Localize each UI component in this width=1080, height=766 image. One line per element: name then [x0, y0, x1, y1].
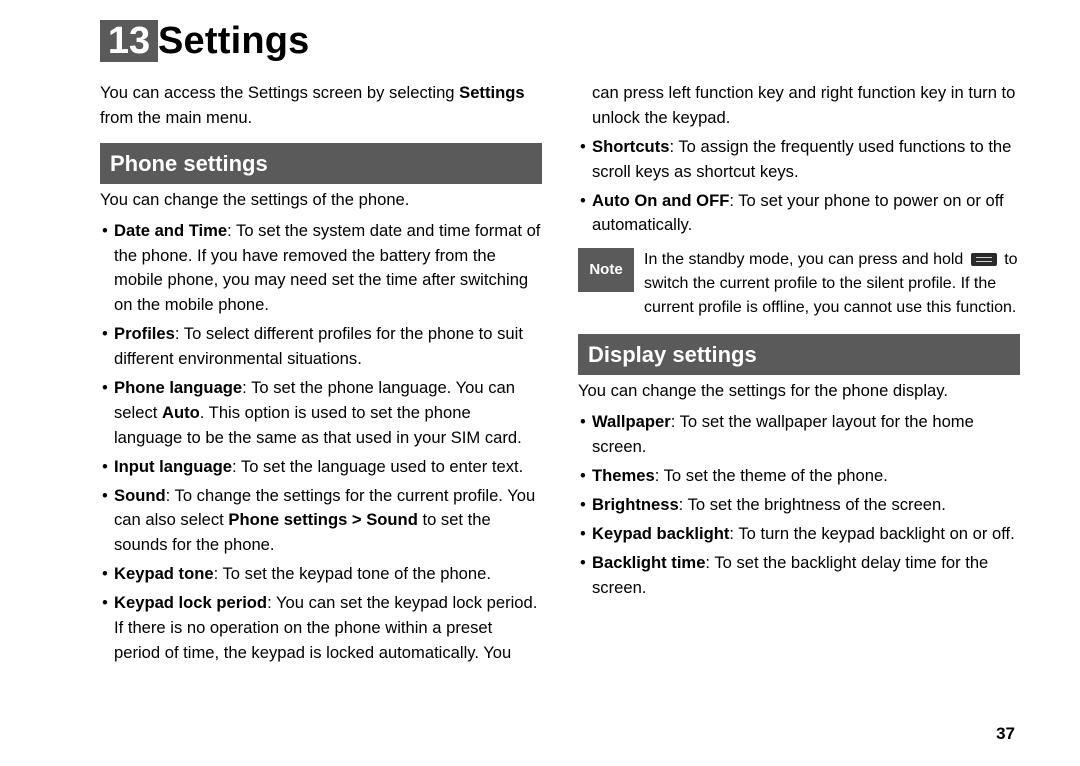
phone-settings-heading: Phone settings [100, 143, 542, 184]
list-item: Date and Time: To set the system date an… [100, 219, 542, 319]
list-item: Backlight time: To set the backlight del… [578, 551, 1020, 601]
two-column-body: You can access the Settings screen by se… [100, 81, 1020, 701]
display-settings-heading: Display settings [578, 334, 1020, 375]
item-label: Shortcuts [592, 137, 669, 156]
item-text: : To set the brightness of the screen. [679, 495, 946, 514]
item-label: Keypad lock period [114, 593, 267, 612]
manual-page: 13 Settings You can access the Settings … [0, 0, 1080, 766]
item-text-bold: Auto [162, 403, 200, 422]
list-item: Shortcuts: To assign the frequently used… [578, 135, 1020, 185]
list-item: Keypad backlight: To turn the keypad bac… [578, 522, 1020, 547]
item-label: Keypad tone [114, 564, 214, 583]
item-text: : To select different profiles for the p… [114, 324, 523, 368]
list-item: Phone language: To set the phone languag… [100, 376, 542, 451]
item-label: Keypad backlight [592, 524, 729, 543]
note-text: In the standby mode, you can press and h… [644, 248, 1020, 320]
item-label: Phone language [114, 378, 242, 397]
page-number: 37 [996, 724, 1015, 744]
intro-post: from the main menu. [100, 108, 252, 127]
intro-pre: You can access the Settings screen by se… [100, 83, 459, 102]
list-item: Wallpaper: To set the wallpaper layout f… [578, 410, 1020, 460]
item-text-bold: Phone settings > Sound [228, 510, 417, 529]
display-settings-intro: You can change the settings for the phon… [578, 379, 1020, 404]
item-text: : To turn the keypad backlight on or off… [729, 524, 1014, 543]
item-text: : To set the language used to enter text… [232, 457, 523, 476]
item-label: Wallpaper [592, 412, 671, 431]
item-label: Profiles [114, 324, 175, 343]
display-settings-list: Wallpaper: To set the wallpaper layout f… [578, 410, 1020, 600]
phone-settings-intro: You can change the settings of the phone… [100, 188, 542, 213]
note-block: Note In the standby mode, you can press … [578, 248, 1020, 320]
list-item: Auto On and OFF: To set your phone to po… [578, 189, 1020, 239]
item-label: Auto On and OFF [592, 191, 729, 210]
chapter-heading: 13 Settings [100, 20, 1020, 63]
item-text: : To set the keypad tone of the phone. [214, 564, 491, 583]
intro-bold: Settings [459, 83, 524, 102]
note-badge: Note [578, 248, 634, 292]
list-item: Sound: To change the settings for the cu… [100, 484, 542, 559]
item-label: Backlight time [592, 553, 705, 572]
chapter-number-badge: 13 [100, 20, 158, 62]
item-text: : To set the theme of the phone. [655, 466, 888, 485]
item-label: Date and Time [114, 221, 227, 240]
list-item: Input language: To set the language used… [100, 455, 542, 480]
list-item: Keypad tone: To set the keypad tone of t… [100, 562, 542, 587]
note-pre: In the standby mode, you can press and h… [644, 251, 968, 268]
item-label: Themes [592, 466, 655, 485]
list-item: Brightness: To set the brightness of the… [578, 493, 1020, 518]
item-label: Sound [114, 486, 166, 505]
profile-key-icon [971, 253, 997, 266]
intro-paragraph: You can access the Settings screen by se… [100, 81, 542, 131]
list-item: Profiles: To select different profiles f… [100, 322, 542, 372]
chapter-title: Settings [158, 20, 310, 63]
list-item: Themes: To set the theme of the phone. [578, 464, 1020, 489]
item-label: Brightness [592, 495, 679, 514]
item-label: Input language [114, 457, 232, 476]
